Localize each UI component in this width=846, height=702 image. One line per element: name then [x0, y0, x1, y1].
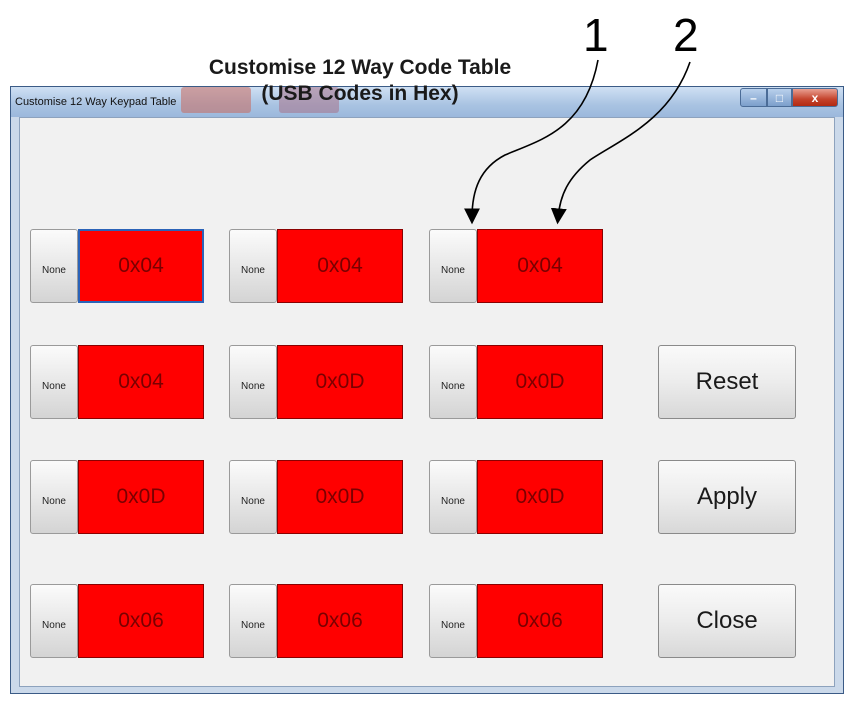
modifier-button[interactable]: None — [229, 584, 277, 658]
key-cell-9: None 0x0D — [429, 460, 605, 536]
close-window-button[interactable]: x — [792, 88, 838, 107]
code-field[interactable]: 0x04 — [78, 229, 204, 303]
key-cell-6: None 0x0D — [429, 345, 605, 421]
dialog-heading: Customise 12 Way Code Table — [208, 56, 512, 79]
code-field[interactable]: 0x06 — [277, 584, 403, 658]
code-field[interactable]: 0x0D — [277, 460, 403, 534]
callout-number-2: 2 — [673, 9, 699, 61]
close-button[interactable]: Close — [658, 584, 796, 658]
modifier-button[interactable]: None — [229, 345, 277, 419]
code-field[interactable]: 0x06 — [78, 584, 204, 658]
key-cell-3: None 0x04 — [429, 229, 605, 305]
key-cell-5: None 0x0D — [229, 345, 405, 421]
key-cell-4: None 0x04 — [30, 345, 206, 421]
apply-button[interactable]: Apply — [658, 460, 796, 534]
modifier-button[interactable]: None — [30, 584, 78, 658]
code-field[interactable]: 0x04 — [477, 229, 603, 303]
minimize-button[interactable]: – — [740, 88, 767, 107]
code-field[interactable]: 0x0D — [277, 345, 403, 419]
modifier-button[interactable]: None — [30, 460, 78, 534]
modifier-button[interactable]: None — [429, 460, 477, 534]
code-field[interactable]: 0x04 — [78, 345, 204, 419]
key-cell-11: None 0x06 — [229, 584, 405, 660]
key-cell-7: None 0x0D — [30, 460, 206, 536]
modifier-button[interactable]: None — [429, 345, 477, 419]
modifier-button[interactable]: None — [30, 229, 78, 303]
code-field[interactable]: 0x0D — [477, 460, 603, 534]
code-field[interactable]: 0x06 — [477, 584, 603, 658]
modifier-button[interactable]: None — [229, 460, 277, 534]
maximize-button[interactable]: □ — [767, 88, 792, 107]
code-field[interactable]: 0x0D — [78, 460, 204, 534]
key-cell-12: None 0x06 — [429, 584, 605, 660]
callout-number-1: 1 — [583, 9, 609, 61]
dialog-subheading: (USB Codes in Hex) — [261, 82, 459, 105]
modifier-button[interactable]: None — [30, 345, 78, 419]
modifier-button[interactable]: None — [429, 229, 477, 303]
modifier-button[interactable]: None — [229, 229, 277, 303]
key-cell-2: None 0x04 — [229, 229, 405, 305]
modifier-button[interactable]: None — [429, 584, 477, 658]
key-cell-10: None 0x06 — [30, 584, 206, 660]
window-controls: – □ x — [740, 88, 838, 107]
key-cell-1: None 0x04 — [30, 229, 206, 305]
key-cell-8: None 0x0D — [229, 460, 405, 536]
reset-button[interactable]: Reset — [658, 345, 796, 419]
code-field[interactable]: 0x0D — [477, 345, 603, 419]
code-field[interactable]: 0x04 — [277, 229, 403, 303]
